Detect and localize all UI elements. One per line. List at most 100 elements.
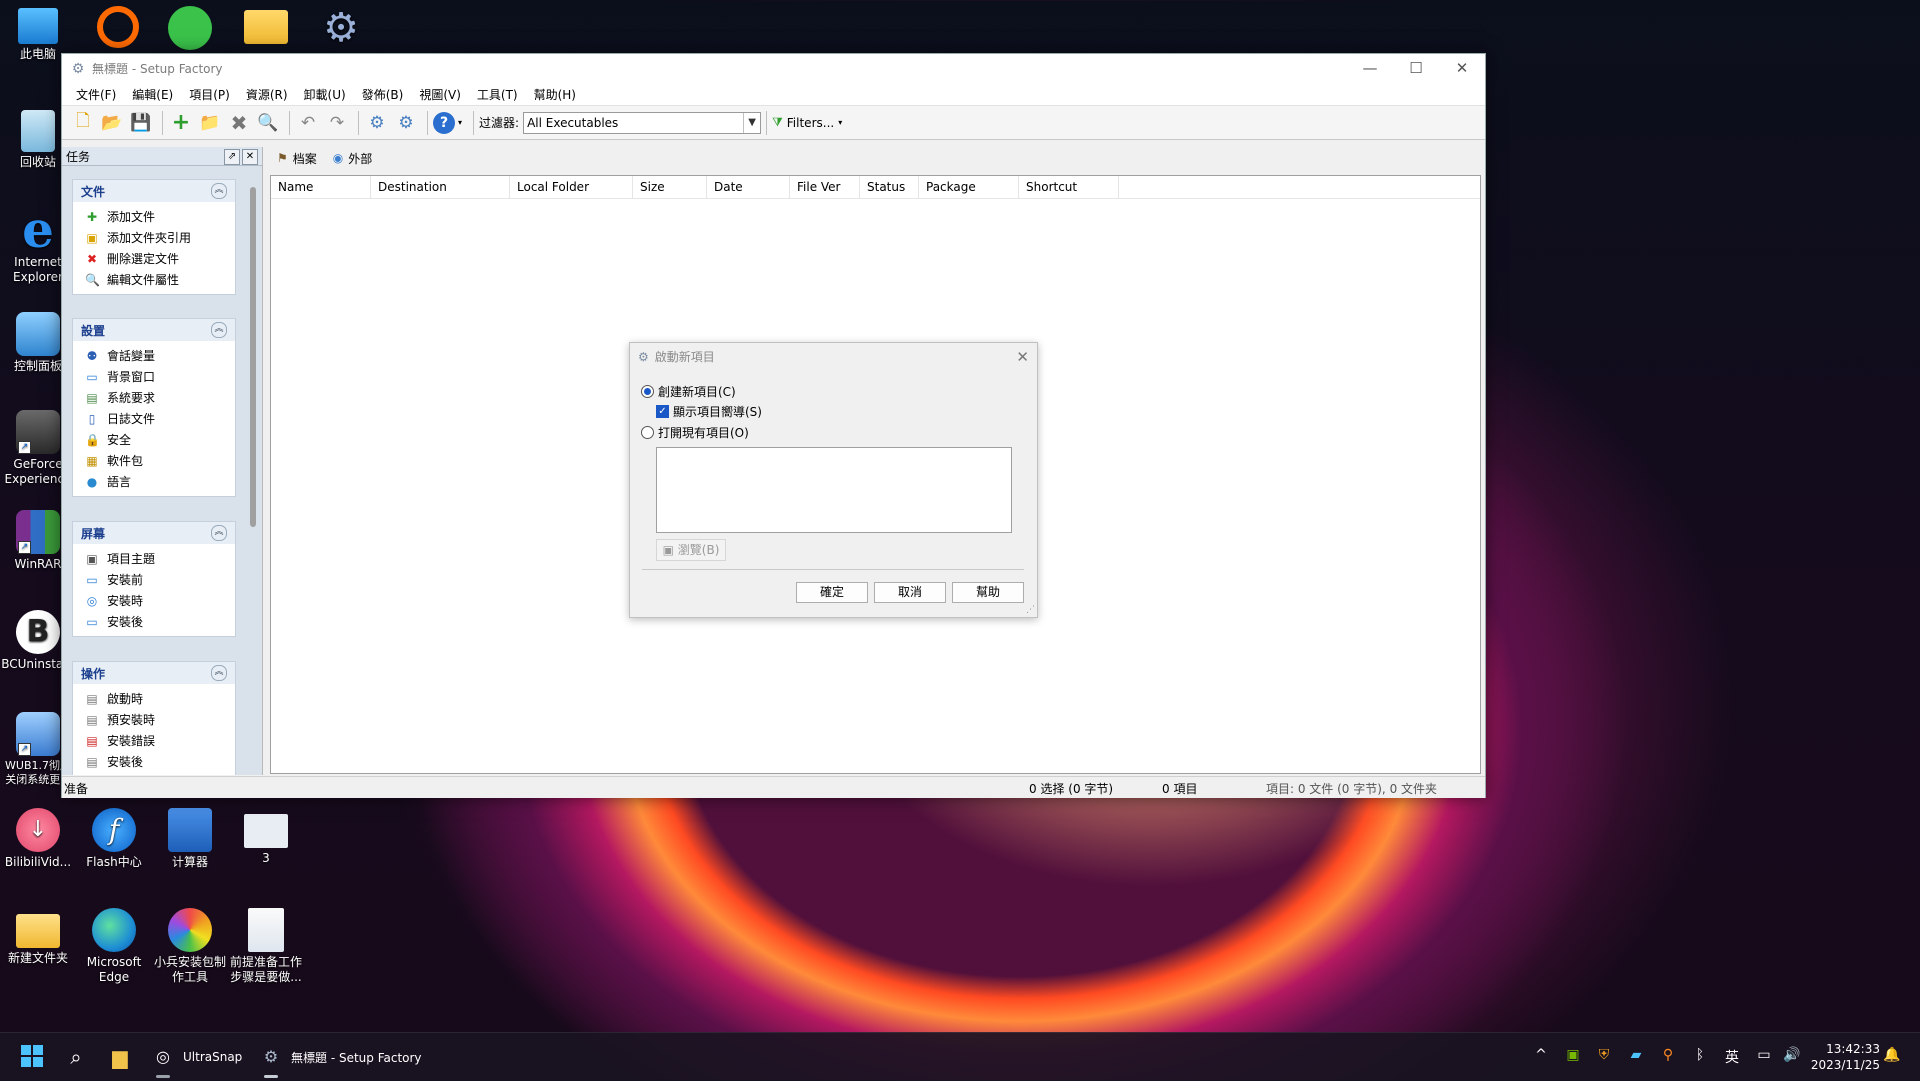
- menu-resources[interactable]: 資源(R): [238, 86, 296, 103]
- network-icon[interactable]: ▭: [1754, 1047, 1774, 1063]
- menu-view[interactable]: 視圖(V): [411, 86, 469, 103]
- task-system-requirements[interactable]: ▤ 系統要求: [73, 387, 235, 408]
- tab-external[interactable]: ◉ 外部: [325, 150, 381, 167]
- task-delete-file[interactable]: ✖ 刪除選定文件: [73, 248, 235, 269]
- nvidia-tray-icon[interactable]: ▣: [1563, 1047, 1583, 1063]
- shield-icon[interactable]: ⛨: [1594, 1047, 1614, 1063]
- column-shortcut[interactable]: Shortcut: [1019, 176, 1119, 198]
- bluetooth-icon[interactable]: ᛒ: [1690, 1047, 1710, 1063]
- minimize-button[interactable]: —: [1347, 54, 1393, 83]
- help-button[interactable]: 幫助: [952, 582, 1024, 603]
- close-icon[interactable]: ✕: [242, 148, 258, 165]
- menu-edit[interactable]: 編輯(E): [124, 86, 181, 103]
- start-windows-icon[interactable]: [20, 1045, 44, 1069]
- column-size[interactable]: Size: [633, 176, 707, 198]
- filter-select[interactable]: All Executables ▼: [523, 111, 762, 134]
- column-status[interactable]: Status: [860, 176, 919, 198]
- desktop-icon-folder-top[interactable]: [228, 10, 304, 47]
- open-project-icon[interactable]: 📂: [99, 110, 125, 136]
- search-icon[interactable]: 🔍: [255, 110, 281, 136]
- menu-publish[interactable]: 發佈(B): [354, 86, 412, 103]
- collapse-chevron-icon[interactable]: ︽: [211, 525, 227, 541]
- open-existing-project-radio[interactable]: 打開現有項目(O): [641, 424, 749, 441]
- task-project-theme[interactable]: ▣ 項目主題: [73, 548, 235, 569]
- desktop-icon-wechat[interactable]: [152, 6, 228, 53]
- task-group-header[interactable]: 文件 ︽: [73, 180, 235, 202]
- column-name[interactable]: Name: [271, 176, 371, 198]
- taskbar-app-setup-factory[interactable]: ⚙ 無標題 - Setup Factory: [260, 1033, 422, 1081]
- chevron-down-icon[interactable]: ▼: [743, 112, 760, 133]
- resize-grip-icon[interactable]: ⋰: [1026, 605, 1035, 615]
- chat-tray-icon[interactable]: ▰: [1626, 1047, 1646, 1063]
- magnifier-tray-icon[interactable]: ⚲: [1658, 1047, 1678, 1063]
- desktop-icon-flash[interactable]: f Flash中心: [76, 808, 152, 870]
- tab-archive[interactable]: ⚑ 档案: [269, 150, 325, 167]
- pin-icon[interactable]: ⇗: [224, 148, 240, 165]
- undo-icon[interactable]: ↶: [295, 110, 321, 136]
- desktop-icon-gear-app[interactable]: ⚙: [303, 6, 379, 53]
- task-action-preinstall[interactable]: ▤ 預安裝時: [73, 709, 235, 730]
- collapse-chevron-icon[interactable]: ︽: [211, 322, 227, 338]
- task-security[interactable]: 🔒 安全: [73, 429, 235, 450]
- show-hidden-icons[interactable]: ^: [1531, 1047, 1551, 1063]
- column-destination[interactable]: Destination: [371, 176, 510, 198]
- task-session-variables[interactable]: ⚉ 會話變量: [73, 345, 235, 366]
- settings-gear-icon[interactable]: ⚙: [393, 110, 419, 136]
- help-icon[interactable]: ?: [433, 111, 455, 134]
- desktop-icon-word-doc[interactable]: 前提准备工作步骤是要做...: [228, 908, 304, 985]
- remove-icon[interactable]: ✖: [226, 110, 252, 136]
- menu-help[interactable]: 幫助(H): [526, 86, 584, 103]
- desktop-icon-bilibili[interactable]: ↓ BilibiliVid...: [0, 808, 76, 870]
- browse-button[interactable]: ▣ 瀏覽(B): [656, 539, 726, 561]
- build-gear-icon[interactable]: ⚙: [364, 110, 390, 136]
- task-edit-properties[interactable]: 🔍 編輯文件屬性: [73, 269, 235, 290]
- maximize-button[interactable]: ☐: [1393, 54, 1439, 83]
- add-file-icon[interactable]: +: [168, 110, 194, 136]
- close-button[interactable]: ✕: [1439, 54, 1485, 83]
- desktop-icon-edge[interactable]: Microsoft Edge: [76, 908, 152, 985]
- desktop-icon-new-folder[interactable]: 新建文件夹: [0, 908, 76, 966]
- desktop-icon-calculator[interactable]: 计算器: [152, 808, 228, 870]
- task-action-error[interactable]: ▤ 安裝錯誤: [73, 730, 235, 751]
- recent-projects-list[interactable]: [656, 447, 1012, 533]
- collapse-chevron-icon[interactable]: ︽: [211, 665, 227, 681]
- new-project-icon[interactable]: 🗋: [70, 110, 96, 136]
- column-file-ver[interactable]: File Ver: [790, 176, 860, 198]
- create-new-project-radio[interactable]: 創建新項目(C): [641, 383, 736, 400]
- input-language[interactable]: 英: [1722, 1047, 1742, 1067]
- menu-uninstall[interactable]: 卸載(U): [296, 86, 354, 103]
- save-icon[interactable]: 💾: [128, 110, 154, 136]
- filters-button[interactable]: ⧩ Filters... ▾: [772, 115, 842, 130]
- cancel-button[interactable]: 取消: [874, 582, 946, 603]
- file-explorer-icon[interactable]: ▆: [108, 1045, 132, 1069]
- task-screens-before[interactable]: ▭ 安裝前: [73, 569, 235, 590]
- task-screens-after[interactable]: ▭ 安裝後: [73, 611, 235, 632]
- chevron-down-icon[interactable]: ▾: [458, 118, 462, 127]
- search-icon[interactable]: ⌕: [64, 1045, 88, 1069]
- desktop-icon-magnifier-app[interactable]: [80, 6, 156, 51]
- taskbar-app-ultrasnap[interactable]: ◎ UltraSnap: [152, 1033, 242, 1081]
- task-background-window[interactable]: ▭ 背景窗口: [73, 366, 235, 387]
- column-package[interactable]: Package: [919, 176, 1019, 198]
- add-folder-icon[interactable]: 📁: [197, 110, 223, 136]
- task-action-postinstall[interactable]: ▤ 安裝後: [73, 751, 235, 772]
- column-local-folder[interactable]: Local Folder: [510, 176, 633, 198]
- menu-file[interactable]: 文件(F): [68, 86, 124, 103]
- title-bar[interactable]: ⚙ 無標題 - Setup Factory — ☐ ✕: [62, 54, 1485, 83]
- task-package[interactable]: ▦ 軟件包: [73, 450, 235, 471]
- notification-bell-icon[interactable]: 🔔: [1882, 1047, 1902, 1063]
- desktop-icon-xiaobing[interactable]: 小兵安装包制作工具: [152, 908, 228, 985]
- task-add-file[interactable]: ✚ 添加文件: [73, 206, 235, 227]
- close-icon[interactable]: ✕: [1016, 348, 1029, 366]
- task-language[interactable]: ● 語言: [73, 471, 235, 492]
- task-add-folder-ref[interactable]: ▣ 添加文件夾引用: [73, 227, 235, 248]
- collapse-chevron-icon[interactable]: ︽: [211, 183, 227, 199]
- desktop-icon-doc-3[interactable]: 3: [228, 808, 304, 866]
- task-screens-during[interactable]: ◎ 安裝時: [73, 590, 235, 611]
- ok-button[interactable]: 確定: [796, 582, 868, 603]
- taskbar-clock[interactable]: 13:42:33 2023/11/25: [1811, 1041, 1880, 1073]
- menu-project[interactable]: 項目(P): [181, 86, 238, 103]
- menu-tools[interactable]: 工具(T): [469, 86, 526, 103]
- volume-icon[interactable]: 🔊: [1782, 1047, 1802, 1063]
- redo-icon[interactable]: ↷: [324, 110, 350, 136]
